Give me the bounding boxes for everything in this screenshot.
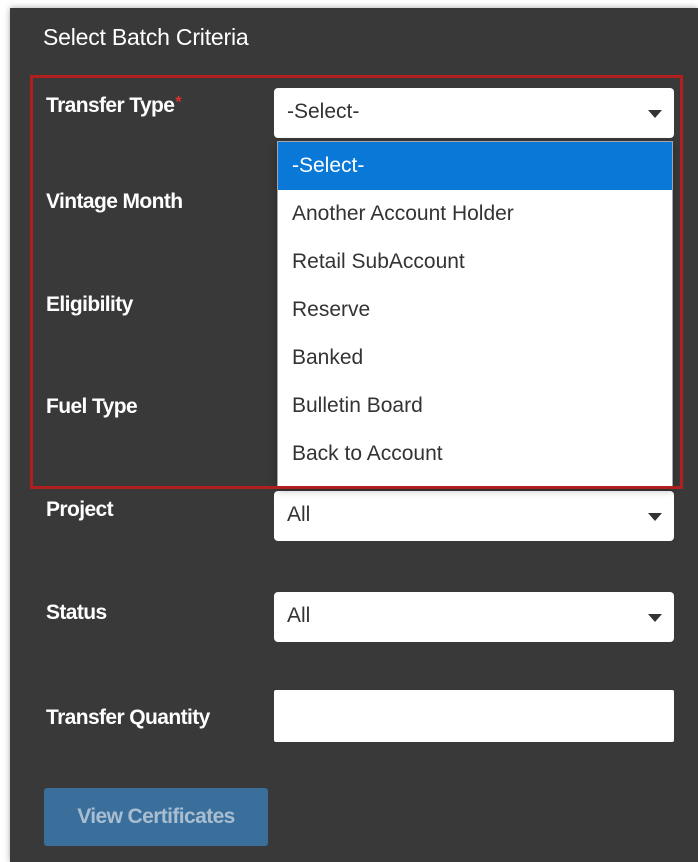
dropdown-option[interactable]: Another Account Holder <box>278 190 672 238</box>
page: Select Batch Criteria Transfer Type* -Se… <box>0 0 698 862</box>
status-label: Status <box>46 601 107 624</box>
caret-down-icon <box>648 513 662 521</box>
transfer-type-label-text: Transfer Type <box>46 94 175 117</box>
eligibility-label: Eligibility <box>46 293 133 316</box>
dropdown-option[interactable]: -Select- <box>278 142 672 190</box>
dropdown-option[interactable]: Banked <box>278 334 672 382</box>
required-star: * <box>175 94 182 111</box>
vintage-month-label: Vintage Month <box>46 190 183 213</box>
transfer-type-label: Transfer Type* <box>46 94 182 118</box>
panel-title: Select Batch Criteria <box>43 24 249 50</box>
caret-down-icon <box>648 110 662 118</box>
dropdown-option[interactable]: Retail SubAccount <box>278 238 672 286</box>
fuel-type-label: Fuel Type <box>46 395 138 418</box>
project-label: Project <box>46 498 114 521</box>
status-select[interactable]: All <box>274 592 674 642</box>
transfer-quantity-label: Transfer Quantity <box>46 706 210 729</box>
batch-criteria-panel: Select Batch Criteria Transfer Type* -Se… <box>10 8 698 862</box>
transfer-type-select[interactable]: -Select- <box>274 88 674 138</box>
transfer-type-value: -Select- <box>287 100 360 123</box>
transfer-quantity-input[interactable] <box>274 690 674 742</box>
dropdown-option[interactable]: Bulletin Board <box>278 382 672 430</box>
project-select[interactable]: All <box>274 491 674 541</box>
status-value: All <box>287 604 311 627</box>
transfer-type-dropdown-list: -Select- Another Account Holder Retail Sub… <box>277 141 673 487</box>
project-value: All <box>287 503 311 526</box>
caret-down-icon <box>648 614 662 622</box>
dropdown-option[interactable]: Reserve <box>278 286 672 334</box>
view-certificates-button[interactable]: View Certificates <box>44 788 268 846</box>
dropdown-option[interactable]: Back to Account <box>278 430 672 478</box>
